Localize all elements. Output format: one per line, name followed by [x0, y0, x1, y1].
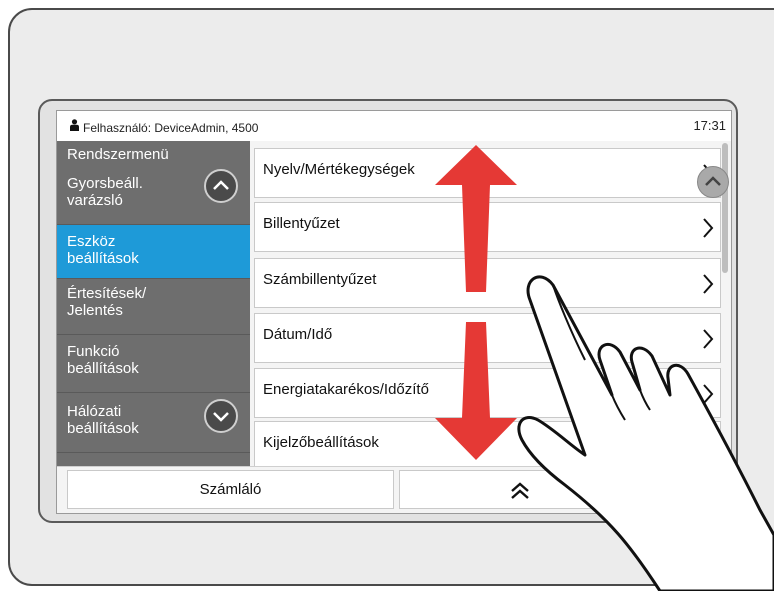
status-bar: Felhasználó: DeviceAdmin, 4500 17:31: [57, 111, 731, 142]
menu-item-label: Kijelzőbeállítások: [263, 434, 379, 451]
menu-item-energiatakarekos[interactable]: Energiatakarékos/Időzítő: [254, 368, 721, 418]
menu-scroll-up-button[interactable]: [697, 166, 729, 198]
menu-item-nyelv[interactable]: Nyelv/Mértékegységek: [254, 148, 721, 198]
chevron-right-icon: [703, 437, 714, 457]
menu-item-kijelzo[interactable]: Kijelzőbeállítások: [254, 421, 721, 466]
menu-item-billentyuzet[interactable]: Billentyűzet: [254, 202, 721, 252]
double-chevron-up-icon: [511, 482, 529, 499]
sidebar-item-label: Gyorsbeáll. varázsló: [67, 175, 143, 209]
sidebar-scroll-up-button[interactable]: [204, 169, 238, 203]
sidebar-header: Rendszermenü: [67, 146, 169, 163]
chevron-down-icon: [213, 412, 229, 422]
user-info: Felhasználó: DeviceAdmin, 4500: [83, 121, 259, 135]
sidebar-scroll-down-button[interactable]: [204, 399, 238, 433]
chevron-up-icon: [213, 180, 229, 190]
home-button[interactable]: [399, 470, 725, 509]
bottom-bar: Számláló: [57, 466, 731, 513]
touch-screen: Felhasználó: DeviceAdmin, 4500 17:31 Ren…: [56, 110, 732, 514]
chevron-right-icon: [703, 329, 714, 349]
sidebar-item-label: Értesítések/ Jelentés: [67, 285, 147, 319]
chevron-up-icon: [705, 176, 721, 186]
menu-item-label: Nyelv/Mértékegységek: [263, 161, 415, 178]
menu-item-label: Dátum/Idő: [263, 326, 333, 343]
menu-item-label: Energiatakarékos/Időzítő: [263, 381, 429, 398]
sidebar-item-funkcio[interactable]: Funkció beállítások: [57, 335, 250, 393]
chevron-right-icon: [703, 218, 714, 238]
chevron-right-icon: [703, 384, 714, 404]
menu-scrollbar[interactable]: [722, 143, 728, 273]
sidebar-item-label: Funkció beállítások: [67, 343, 139, 377]
menu-item-label: Számbillentyűzet: [263, 271, 377, 288]
sidebar-item-label: Eszköz beállítások: [67, 233, 139, 267]
menu-item-label: Billentyűzet: [263, 215, 340, 232]
sidebar-item-ertesitesek[interactable]: Értesítések/ Jelentés: [57, 279, 250, 335]
menu-item-szambillentyuzet[interactable]: Számbillentyűzet: [254, 258, 721, 308]
sidebar: Rendszermenü Gyorsbeáll. varázsló Eszköz…: [57, 141, 250, 466]
counter-button[interactable]: Számláló: [67, 470, 394, 509]
settings-menu: Nyelv/Mértékegységek Billentyűzet Számbi…: [250, 141, 731, 466]
chevron-right-icon: [703, 274, 714, 294]
user-icon: [70, 119, 79, 131]
clock: 17:31: [693, 118, 726, 133]
sidebar-item-eszkoz[interactable]: Eszköz beállítások: [57, 225, 250, 279]
sidebar-item-partial[interactable]: [57, 453, 250, 466]
menu-item-datum-ido[interactable]: Dátum/Idő: [254, 313, 721, 363]
sidebar-item-label: Hálózati beállítások: [67, 403, 139, 437]
